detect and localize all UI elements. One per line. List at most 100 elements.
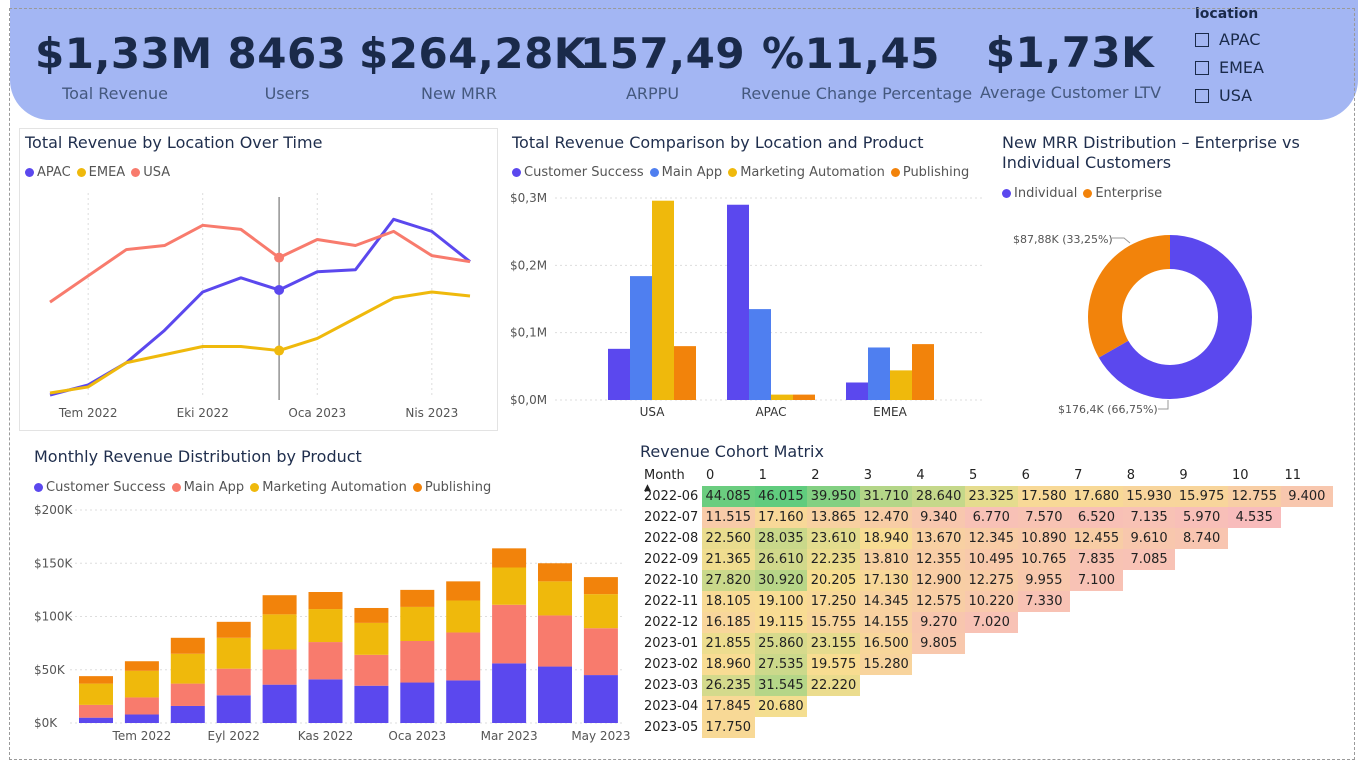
legend-item-publishing[interactable]: Publishing — [890, 165, 969, 180]
legend-item-customer-success[interactable]: Customer Success — [512, 165, 644, 180]
cohort-cell[interactable]: 17.845 — [702, 696, 755, 717]
cohort-cell[interactable]: 8.740 — [1175, 528, 1228, 549]
cohort-cell[interactable]: 10.890 — [1017, 528, 1071, 549]
cohort-cell[interactable]: 15.280 — [859, 654, 913, 675]
cohort-column-header[interactable]: 2 — [807, 465, 860, 486]
cohort-cell[interactable]: 10.495 — [964, 549, 1018, 570]
cohort-cell[interactable]: 31.710 — [859, 486, 913, 507]
legend-item-individual[interactable]: Individual — [1002, 186, 1077, 201]
cohort-cell[interactable]: 4.535 — [1227, 507, 1281, 528]
cohort-column-header[interactable]: 11 — [1281, 465, 1334, 486]
cohort-cell[interactable]: 20.680 — [754, 696, 808, 717]
cohort-cell[interactable]: 14.345 — [859, 591, 913, 612]
legend-item-enterprise[interactable]: Enterprise — [1083, 186, 1162, 201]
cohort-cell[interactable]: 18.940 — [859, 528, 913, 549]
cohort-cell[interactable]: 16.185 — [702, 612, 755, 633]
cohort-cell[interactable]: 6.520 — [1070, 507, 1123, 528]
cohort-cell[interactable]: 27.820 — [702, 570, 755, 591]
cohort-cell[interactable]: 9.270 — [912, 612, 965, 633]
cohort-cell[interactable]: 27.535 — [754, 654, 808, 675]
cohort-cell[interactable]: 28.035 — [754, 528, 808, 549]
cohort-cell[interactable]: 22.220 — [807, 675, 860, 696]
cohort-column-header[interactable]: 5 — [965, 465, 1018, 486]
legend-item-apac[interactable]: APAC — [25, 165, 71, 180]
cohort-cell[interactable]: 9.400 — [1280, 486, 1334, 507]
cohort-cell[interactable]: 28.640 — [912, 486, 965, 507]
cohort-cell[interactable]: 10.220 — [964, 591, 1018, 612]
cohort-cell[interactable]: 12.455 — [1070, 528, 1123, 549]
cohort-cell[interactable]: 6.770 — [964, 507, 1018, 528]
cohort-corner-header[interactable]: Month ▲ — [638, 465, 702, 493]
cohort-column-header[interactable]: 9 — [1175, 465, 1228, 486]
cohort-cell[interactable]: 23.610 — [807, 528, 860, 549]
cohort-cell[interactable]: 17.250 — [807, 591, 860, 612]
legend-item-main-app[interactable]: Main App — [171, 480, 244, 495]
cohort-cell[interactable]: 12.755 — [1227, 486, 1281, 507]
cohort-column-header[interactable]: 4 — [912, 465, 965, 486]
legend-item-marketing-automation[interactable]: Marketing Automation — [250, 480, 407, 495]
cohort-cell[interactable]: 13.670 — [912, 528, 965, 549]
cohort-cell[interactable]: 12.355 — [912, 549, 965, 570]
cohort-cell[interactable]: 13.810 — [859, 549, 913, 570]
cohort-cell[interactable]: 17.580 — [1017, 486, 1071, 507]
cohort-cell[interactable]: 20.205 — [807, 570, 860, 591]
cohort-column-header[interactable]: 1 — [755, 465, 808, 486]
cohort-cell[interactable]: 9.955 — [1017, 570, 1071, 591]
cohort-cell[interactable]: 7.135 — [1122, 507, 1176, 528]
legend-item-marketing-automation[interactable]: Marketing Automation — [728, 165, 885, 180]
legend-item-main-app[interactable]: Main App — [649, 165, 722, 180]
cohort-cell[interactable]: 16.500 — [859, 633, 913, 654]
cohort-cell[interactable]: 9.805 — [912, 633, 965, 654]
grouped-bar-chart-svg[interactable]: $0,3M $0,2M $0,1M $0,0M USA APAC EMEA — [505, 185, 990, 425]
cohort-column-header[interactable]: 7 — [1070, 465, 1123, 486]
cohort-column-header[interactable]: 8 — [1123, 465, 1176, 486]
cohort-cell[interactable]: 19.115 — [754, 612, 808, 633]
cohort-cell[interactable]: 7.100 — [1070, 570, 1123, 591]
cohort-cell[interactable]: 26.235 — [702, 675, 755, 696]
stacked-bar-chart-svg[interactable]: $200K $150K $100K $50K $0K Tem 2022 Eyl 2022 Ka… — [20, 500, 630, 750]
cohort-cell[interactable]: 31.545 — [754, 675, 808, 696]
cohort-cell[interactable]: 15.755 — [807, 612, 860, 633]
cohort-cell[interactable]: 23.325 — [964, 486, 1018, 507]
cohort-cell[interactable]: 10.765 — [1017, 549, 1071, 570]
cohort-cell[interactable]: 7.020 — [964, 612, 1018, 633]
cohort-cell[interactable]: 13.865 — [807, 507, 860, 528]
cohort-cell[interactable]: 12.900 — [912, 570, 965, 591]
cohort-cell[interactable]: 5.970 — [1175, 507, 1228, 528]
cohort-cell[interactable]: 19.575 — [807, 654, 860, 675]
cohort-cell[interactable]: 15.975 — [1175, 486, 1228, 507]
cohort-cell[interactable]: 14.155 — [859, 612, 913, 633]
cohort-cell[interactable]: 18.960 — [702, 654, 755, 675]
cohort-cell[interactable]: 39.950 — [807, 486, 860, 507]
cohort-cell[interactable]: 17.750 — [702, 717, 755, 738]
cohort-cell[interactable]: 18.105 — [702, 591, 755, 612]
cohort-cell[interactable]: 46.015 — [754, 486, 808, 507]
cohort-cell[interactable]: 26.610 — [754, 549, 808, 570]
cohort-cell[interactable]: 22.235 — [807, 549, 860, 570]
cohort-cell[interactable]: 30.920 — [754, 570, 808, 591]
cohort-column-header[interactable]: 0 — [702, 465, 755, 486]
cohort-cell[interactable]: 9.610 — [1122, 528, 1176, 549]
legend-item-publishing[interactable]: Publishing — [412, 480, 491, 495]
cohort-cell[interactable]: 9.340 — [912, 507, 965, 528]
cohort-cell[interactable]: 7.570 — [1017, 507, 1071, 528]
cohort-cell[interactable]: 7.835 — [1070, 549, 1123, 570]
cohort-cell[interactable]: 7.330 — [1017, 591, 1071, 612]
cohort-cell[interactable]: 25.860 — [754, 633, 808, 654]
legend-item-emea[interactable]: EMEA — [76, 165, 125, 180]
cohort-cell[interactable]: 12.575 — [912, 591, 965, 612]
cohort-column-header[interactable]: 6 — [1018, 465, 1071, 486]
cohort-cell[interactable]: 21.365 — [702, 549, 755, 570]
cohort-cell[interactable]: 23.155 — [807, 633, 860, 654]
legend-item-usa[interactable]: USA — [131, 165, 170, 180]
cohort-cell[interactable]: 21.855 — [702, 633, 755, 654]
cohort-column-header[interactable]: 10 — [1228, 465, 1281, 486]
cohort-cell[interactable]: 19.100 — [754, 591, 808, 612]
legend-item-customer-success[interactable]: Customer Success — [34, 480, 166, 495]
donut-chart-svg[interactable]: $87,88K (33,25%) $176,4K (66,75%) — [1000, 210, 1350, 430]
cohort-cell[interactable]: 22.560 — [702, 528, 755, 549]
cohort-cell[interactable]: 17.680 — [1070, 486, 1123, 507]
cohort-cell[interactable]: 12.470 — [859, 507, 913, 528]
cohort-column-header[interactable]: 3 — [860, 465, 913, 486]
cohort-cell[interactable]: 17.130 — [859, 570, 913, 591]
